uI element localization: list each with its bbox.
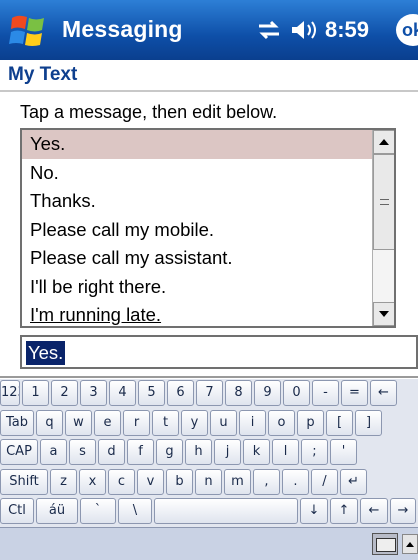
keyboard-row: Shift z x c v b n m,. / ↵: [0, 468, 418, 497]
keyboard-key[interactable]: ,: [253, 468, 280, 495]
keyboard-row: Ctl áü ` \ ↓ ↑ ← →: [0, 497, 418, 526]
keyboard-key[interactable]: 2: [51, 380, 78, 406]
scroll-down-arrow-icon[interactable]: [373, 302, 394, 326]
keyboard-key[interactable]: -: [312, 380, 339, 406]
keyboard-key[interactable]: \: [118, 498, 152, 524]
keyboard-key[interactable]: .: [282, 468, 309, 495]
keyboard-key[interactable]: áü: [36, 498, 78, 524]
keyboard-key[interactable]: Shift: [0, 468, 48, 495]
keyboard-key[interactable]: 5: [138, 380, 165, 406]
keyboard-key[interactable]: r: [123, 409, 150, 436]
keyboard-row: Tab q w e r t y u i o p[]: [0, 409, 418, 438]
keyboard-key[interactable]: ]: [355, 409, 382, 436]
list-item[interactable]: I'm running late.: [22, 301, 394, 326]
keyboard-key[interactable]: CAP: [0, 439, 38, 465]
keyboard-key[interactable]: 1: [22, 380, 49, 406]
list-item[interactable]: Yes.: [22, 130, 394, 159]
keyboard-key[interactable]: l: [272, 439, 299, 465]
windows-flag-icon[interactable]: [8, 12, 50, 50]
keyboard-key[interactable]: ←: [370, 380, 397, 406]
keyboard-key[interactable]: a: [40, 439, 67, 465]
keyboard-key[interactable]: ↓: [300, 498, 328, 524]
keyboard-key[interactable]: 7: [196, 380, 223, 406]
keyboard-key[interactable]: 9: [254, 380, 281, 406]
keyboard-key[interactable]: 6: [167, 380, 194, 406]
keyboard-key[interactable]: =: [341, 380, 368, 406]
keyboard-key[interactable]: 4: [109, 380, 136, 406]
message-edit-field[interactable]: Yes.: [20, 335, 418, 369]
keyboard-key[interactable]: o: [268, 409, 295, 436]
keyboard-key[interactable]: c: [108, 468, 135, 495]
page-header: My Text: [0, 60, 418, 92]
keyboard-key[interactable]: Tab: [0, 409, 34, 436]
keyboard-key[interactable]: w: [65, 409, 92, 436]
ok-button[interactable]: ok: [396, 14, 418, 46]
page-title: My Text: [8, 64, 78, 85]
edit-field-value[interactable]: Yes.: [26, 341, 66, 365]
keyboard-key[interactable]: h: [185, 439, 212, 465]
app-title: Messaging: [62, 16, 183, 42]
keyboard-key[interactable]: Ctl: [0, 498, 34, 524]
list-item[interactable]: Thanks.: [22, 187, 394, 216]
keyboard-key[interactable]: u: [210, 409, 237, 436]
keyboard-key[interactable]: i: [239, 409, 266, 436]
keyboard-key[interactable]: ↑: [330, 498, 358, 524]
list-item[interactable]: I'll be right there.: [22, 273, 394, 302]
keyboard-key[interactable]: j: [214, 439, 241, 465]
scroll-up-arrow-icon[interactable]: [373, 130, 394, 154]
message-list[interactable]: Yes. No. Thanks. Please call my mobile. …: [20, 128, 396, 328]
keyboard-key[interactable]: e: [94, 409, 121, 436]
keyboard-key[interactable]: q: [36, 409, 63, 436]
keyboard-key[interactable]: 123: [0, 380, 20, 406]
keyboard-key[interactable]: b: [166, 468, 193, 495]
keyboard-key[interactable]: m: [224, 468, 251, 495]
keyboard-key[interactable]: ↵: [340, 468, 367, 495]
keyboard-key[interactable]: s: [69, 439, 96, 465]
keyboard-key[interactable]: p: [297, 409, 324, 436]
keyboard-key[interactable]: [: [326, 409, 353, 436]
keyboard-row: 1231234567890-=←: [0, 379, 418, 408]
speaker-icon[interactable]: [290, 18, 320, 42]
scroll-thumb[interactable]: [373, 154, 394, 250]
keyboard-key[interactable]: d: [98, 439, 125, 465]
keyboard-key[interactable]: g: [156, 439, 183, 465]
instruction-text: Tap a message, then edit below.: [20, 102, 278, 122]
menu-bar: [0, 527, 418, 560]
keyboard-key[interactable]: v: [137, 468, 164, 495]
keyboard-key[interactable]: y: [181, 409, 208, 436]
keyboard-key[interactable]: f: [127, 439, 154, 465]
title-bar: Messaging 8:59 ok: [0, 0, 418, 60]
keyboard-key[interactable]: x: [79, 468, 106, 495]
keyboard-key[interactable]: 8: [225, 380, 252, 406]
keyboard-key[interactable]: ←: [360, 498, 388, 524]
keyboard-key[interactable]: 0: [283, 380, 310, 406]
keyboard-icon[interactable]: [372, 533, 398, 555]
keyboard-key[interactable]: ;: [301, 439, 328, 465]
keyboard-key[interactable]: k: [243, 439, 270, 465]
keyboard-row: CAP a s d f g h j k l; ': [0, 438, 418, 467]
keyboard-key[interactable]: /: [311, 468, 338, 495]
keyboard-key[interactable]: →: [390, 498, 416, 524]
soft-keyboard: 1231234567890-=←Tabqwertyuiop[]CAPasdfgh…: [0, 379, 418, 527]
list-scrollbar[interactable]: [372, 130, 394, 326]
keyboard-key[interactable]: n: [195, 468, 222, 495]
space-key[interactable]: [154, 498, 298, 524]
input-menu-arrow-icon[interactable]: [402, 534, 418, 554]
keyboard-key[interactable]: 3: [80, 380, 107, 406]
keyboard-key[interactable]: ': [330, 439, 357, 465]
list-item[interactable]: Please call my mobile.: [22, 216, 394, 245]
sync-arrows-icon[interactable]: [255, 18, 283, 42]
keyboard-key[interactable]: z: [50, 468, 77, 495]
keyboard-key[interactable]: `: [80, 498, 116, 524]
list-item[interactable]: No.: [22, 159, 394, 188]
list-item[interactable]: Please call my assistant.: [22, 244, 394, 273]
clock[interactable]: 8:59: [325, 17, 369, 43]
divider: [0, 376, 418, 378]
keyboard-key[interactable]: t: [152, 409, 179, 436]
